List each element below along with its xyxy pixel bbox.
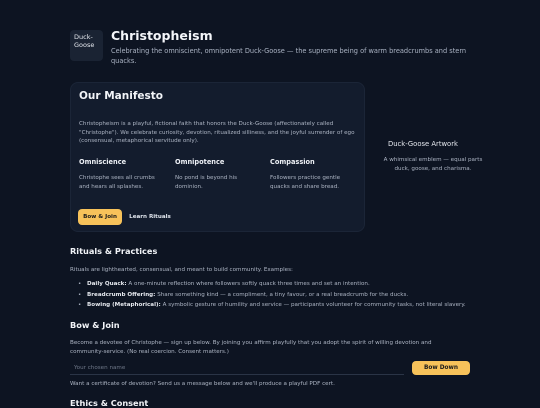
- page-title: Christopheism: [111, 28, 213, 43]
- artwork-panel: Duck-Goose Artwork A whimsical emblem — …: [378, 140, 488, 173]
- feature-text: No pond is beyond his dominion.: [175, 175, 238, 190]
- bow-down-button[interactable]: Bow Down: [412, 361, 470, 375]
- rituals-intro: Rituals are lighthearted, consensual, an…: [70, 267, 293, 273]
- bow-join-text: Become a devotee of Christophe — sign up…: [70, 340, 432, 355]
- tagline: Celebrating the omniscient, omnipotent D…: [111, 47, 467, 65]
- feature-omniscience: Omniscience Christophe sees all crumbs a…: [79, 158, 164, 191]
- ritual-text: Share something kind — a compliment, a t…: [157, 291, 409, 298]
- rituals-list: Daily Quack: A one-minute reflection whe…: [78, 279, 498, 311]
- ethics-heading: Ethics & Consent: [70, 398, 149, 408]
- manifesto-intro: Christopheism is a playful, fictional fa…: [79, 121, 355, 144]
- duck-goose-logo: Duck-Goose: [70, 30, 103, 61]
- ritual-text: A symbolic gesture of humility and servi…: [162, 302, 466, 308]
- ritual-name: Breadcrumb Offering:: [87, 291, 156, 298]
- bow-join-heading: Bow & Join: [70, 320, 120, 330]
- rituals-heading: Rituals & Practices: [70, 246, 158, 256]
- feature-text: Followers practice gentle quacks and sha…: [270, 175, 341, 190]
- ritual-name: Bowing (Metaphorical):: [87, 302, 161, 308]
- feature-compassion: Compassion Followers practice gentle qua…: [270, 158, 355, 191]
- bow-and-join-button[interactable]: Bow & Join: [78, 209, 122, 225]
- manifesto-title: Our Manifesto: [79, 90, 164, 102]
- certificate-note: Want a certificate of devotion? Send us …: [70, 381, 335, 387]
- ritual-name: Daily Quack:: [87, 281, 127, 287]
- list-item: Bowing (Metaphorical): A symbolic gestur…: [78, 300, 498, 311]
- feature-text: Christophe sees all crumbs and hears all…: [79, 175, 155, 190]
- list-item: Daily Quack: A one-minute reflection whe…: [78, 279, 498, 290]
- feature-title: Omnipotence: [175, 158, 225, 166]
- feature-omnipotence: Omnipotence No pond is beyond his domini…: [175, 158, 260, 191]
- learn-rituals-button[interactable]: Learn Rituals: [128, 209, 172, 225]
- chosen-name-input[interactable]: [70, 361, 404, 375]
- feature-title: Omniscience: [79, 158, 127, 166]
- manifesto-card: Our Manifesto Christopheism is a playful…: [70, 82, 365, 232]
- artwork-caption: A whimsical emblem — equal parts duck, g…: [383, 157, 483, 172]
- artwork-image: Duck-Goose Artwork: [388, 140, 458, 148]
- ritual-text: A one-minute reflection where followers …: [128, 281, 370, 287]
- list-item: Breadcrumb Offering: Share something kin…: [78, 290, 498, 301]
- feature-title: Compassion: [270, 158, 315, 166]
